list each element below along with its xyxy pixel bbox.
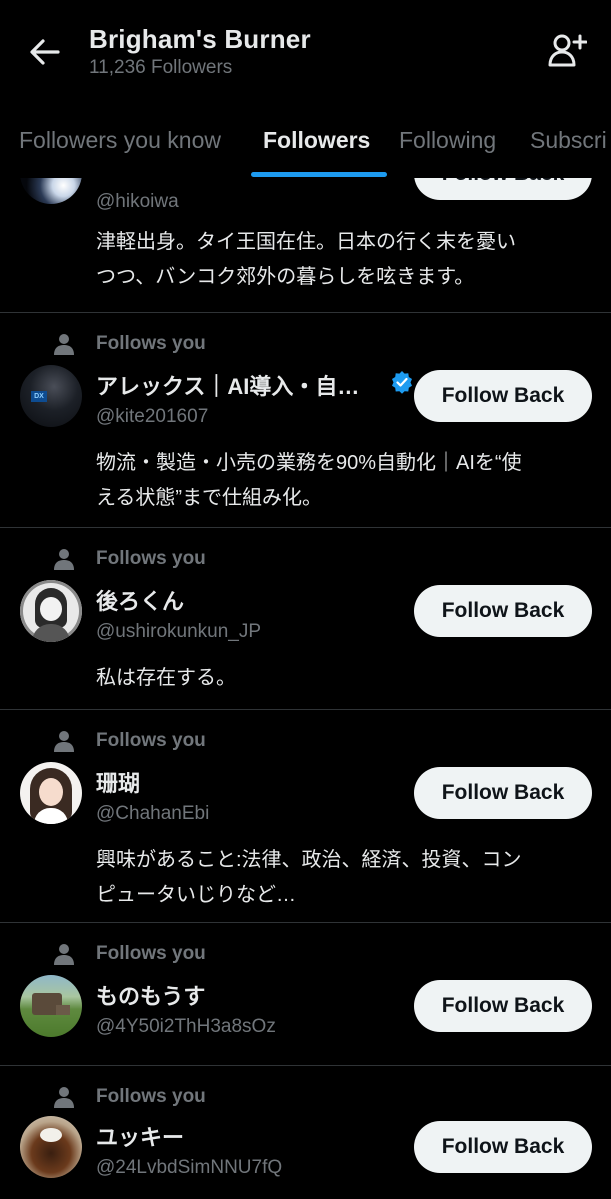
bio-line: 興味があること:法律、政治、経済、投資、コン bbox=[96, 849, 522, 871]
bio-line: える状態”まで仕組み化。 bbox=[96, 487, 323, 509]
follow-back-button[interactable]: Follow Back bbox=[414, 767, 592, 819]
user-name: 珊瑚 bbox=[96, 771, 141, 796]
avatar[interactable]: DX bbox=[20, 365, 82, 427]
person-icon bbox=[54, 1087, 74, 1108]
list-item[interactable]: Follows you ものもうす @4Y50i2ThH3a8sOz Follo… bbox=[0, 923, 611, 1066]
user-handle: @ChahanEbi bbox=[96, 803, 210, 824]
user-bio: 私は存在する。 bbox=[96, 661, 596, 696]
user-bio: 興味があること:法律、政治、経済、投資、コン ピュータいじりなど… bbox=[96, 843, 596, 913]
tab-bar: Followers you know Followers Following S… bbox=[0, 108, 611, 178]
avatar-badge-text: DX bbox=[31, 391, 47, 402]
bio-line: 私は存在する。 bbox=[96, 667, 236, 689]
user-handle: @kite201607 bbox=[96, 406, 209, 427]
person-icon bbox=[54, 944, 74, 965]
avatar-cream bbox=[40, 1128, 62, 1142]
user-handle: @hikoiwa bbox=[96, 191, 179, 212]
user-bio: 物流・製造・小売の業務を90%自動化｜AIを“使 える状態”まで仕組み化。 bbox=[96, 446, 596, 516]
follows-you-label: Follows you bbox=[96, 1086, 206, 1107]
avatar-face bbox=[40, 597, 62, 621]
list-item[interactable]: Follows you DX アレックス｜AI導入・自… @kite201607… bbox=[0, 313, 611, 528]
avatar[interactable] bbox=[20, 178, 82, 204]
verified-badge-icon bbox=[392, 371, 412, 394]
tab-followers[interactable]: Followers bbox=[263, 127, 370, 154]
user-handle: @24LvbdSimNNU7fQ bbox=[96, 1157, 283, 1178]
list-item[interactable]: Follows you 珊瑚 @ChahanEbi 興味があること:法律、政治、… bbox=[0, 710, 611, 923]
avatar[interactable] bbox=[20, 580, 82, 642]
bio-line: 津軽出身。タイ王国在住。日本の行く末を憂い bbox=[96, 231, 516, 253]
user-handle: @ushirokunkun_JP bbox=[96, 621, 262, 642]
tab-followers-you-know[interactable]: Followers you know bbox=[19, 127, 221, 154]
list-item[interactable]: Follows you 後ろくん @ushirokunkun_JP 私は存在する… bbox=[0, 528, 611, 710]
avatar-animal bbox=[56, 1005, 70, 1015]
avatar[interactable] bbox=[20, 1116, 82, 1178]
follow-back-button[interactable]: Follow Back bbox=[414, 980, 592, 1032]
list-item[interactable]: @hikoiwa 津軽出身。タイ王国在住。日本の行く末を憂い つつ、バンコク郊外… bbox=[0, 178, 611, 313]
followers-list: @hikoiwa 津軽出身。タイ王国在住。日本の行く末を憂い つつ、バンコク郊外… bbox=[0, 178, 611, 1199]
back-arrow-icon[interactable] bbox=[26, 34, 64, 70]
bio-line: 物流・製造・小売の業務を90%自動化｜AIを“使 bbox=[96, 452, 522, 474]
person-icon bbox=[54, 549, 74, 570]
active-tab-indicator bbox=[251, 172, 387, 177]
top-bar: Brigham's Burner 11,236 Followers bbox=[0, 0, 611, 90]
user-handle: @4Y50i2ThH3a8sOz bbox=[96, 1016, 276, 1037]
avatar[interactable] bbox=[20, 762, 82, 824]
follow-back-button[interactable]: Follow Back bbox=[414, 178, 592, 200]
user-name: ユッキー bbox=[96, 1125, 185, 1150]
tab-subscriptions[interactable]: Subscri bbox=[530, 127, 607, 154]
follows-you-label: Follows you bbox=[96, 333, 206, 354]
person-icon bbox=[54, 731, 74, 752]
follower-count: 11,236 Followers bbox=[89, 57, 233, 78]
follows-you-label: Follows you bbox=[96, 943, 206, 964]
follow-back-button[interactable]: Follow Back bbox=[414, 370, 592, 422]
avatar-face bbox=[39, 778, 63, 806]
follow-back-button[interactable]: Follow Back bbox=[414, 585, 592, 637]
tab-following[interactable]: Following bbox=[399, 127, 496, 154]
user-name: 後ろくん bbox=[96, 589, 185, 614]
list-item[interactable]: Follows you ユッキー @24LvbdSimNNU7fQ Follow… bbox=[0, 1066, 611, 1199]
person-icon bbox=[54, 334, 74, 355]
avatar[interactable] bbox=[20, 975, 82, 1037]
user-bio: 津軽出身。タイ王国在住。日本の行く末を憂い つつ、バンコク郊外の暮らしを呟きます… bbox=[96, 225, 596, 295]
bio-line: ピュータいじりなど… bbox=[96, 884, 296, 906]
follows-you-label: Follows you bbox=[96, 548, 206, 569]
user-name: ものもうす bbox=[96, 984, 206, 1009]
bio-line: つつ、バンコク郊外の暮らしを呟きます。 bbox=[96, 266, 475, 288]
follows-you-label: Follows you bbox=[96, 730, 206, 751]
follow-back-button[interactable]: Follow Back bbox=[414, 1121, 592, 1173]
add-person-icon[interactable] bbox=[547, 30, 587, 70]
profile-name: Brigham's Burner bbox=[89, 24, 311, 54]
user-name: アレックス｜AI導入・自… bbox=[96, 374, 360, 399]
